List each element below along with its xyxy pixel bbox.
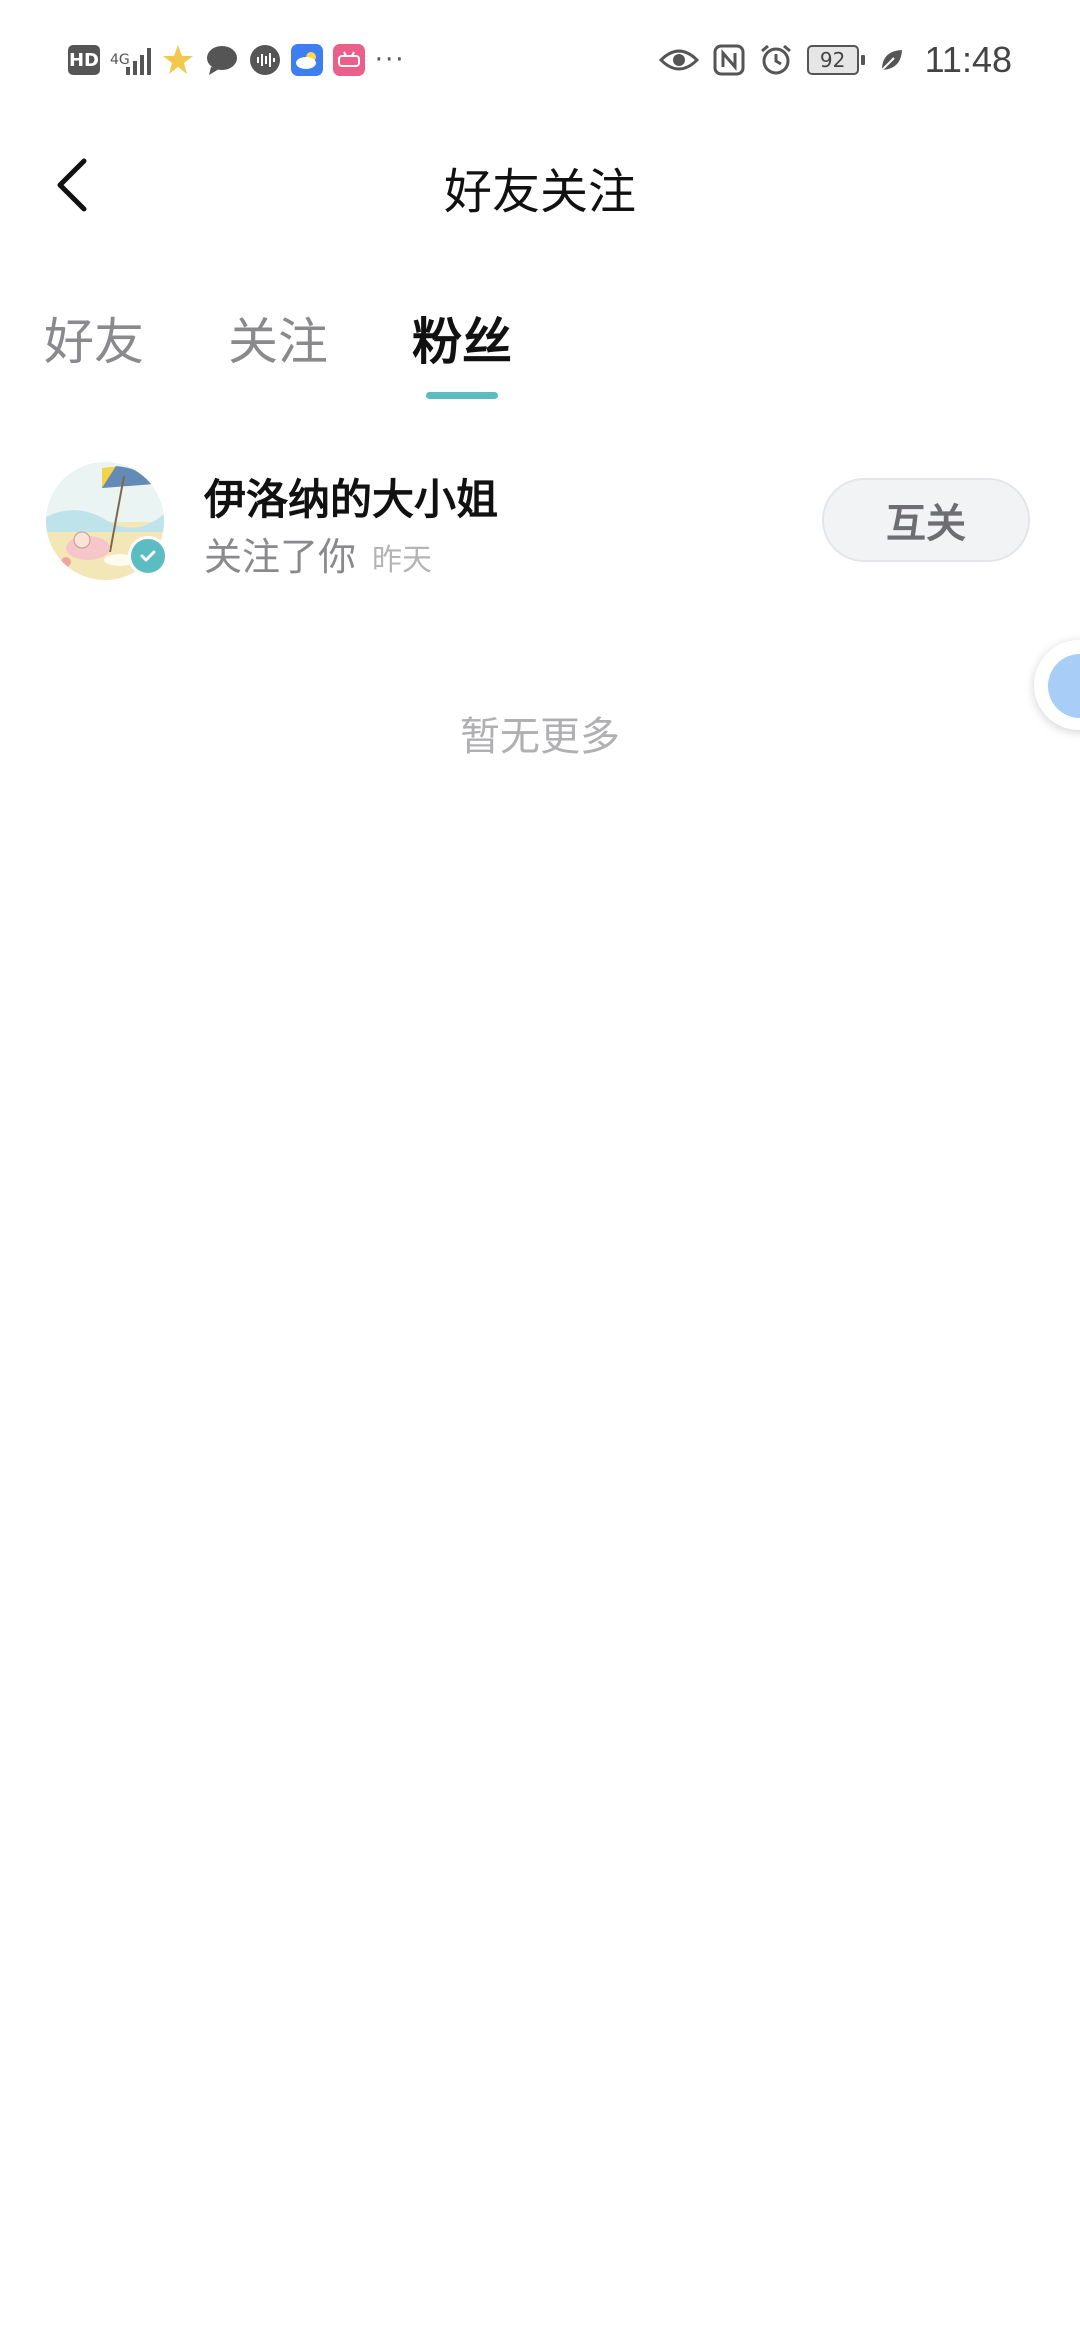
assistant-bubble-icon: [1048, 654, 1080, 718]
battery-icon: 92: [806, 45, 865, 75]
eye-icon: [658, 46, 699, 74]
user-name[interactable]: 伊洛纳的大小姐: [204, 466, 498, 527]
alarm-icon: [759, 43, 793, 77]
end-of-list-text: 暂无更多: [460, 714, 620, 760]
audio-icon: [249, 44, 281, 76]
message-icon: [205, 43, 239, 77]
hd-icon: HD: [68, 45, 100, 75]
status-bar-left: HD 4G ···: [68, 40, 406, 80]
tab-bar: 好友 关注 粉丝: [0, 290, 1080, 410]
follow-time: 昨天: [372, 543, 433, 578]
tab-active-indicator: [426, 392, 498, 399]
leaf-icon: [879, 47, 905, 73]
clock-time: 11:48: [924, 39, 1012, 80]
signal-4g-icon: 4G: [110, 45, 151, 75]
status-bar-right: 92 11:48: [658, 39, 1012, 80]
pink-app-icon: [332, 44, 365, 76]
star-app-icon: [161, 43, 195, 77]
status-bar: HD 4G ··· 92 11:48: [0, 0, 1080, 120]
tab-followers[interactable]: 粉丝: [412, 302, 512, 374]
list-item[interactable]: 伊洛纳的大小姐 关注了你 昨天 互关: [0, 450, 1080, 590]
user-subtitle: 关注了你 昨天: [204, 526, 432, 581]
tab-friends[interactable]: 好友: [44, 302, 144, 374]
follow-back-button[interactable]: 互关: [822, 478, 1030, 562]
nfc-icon: [713, 44, 745, 76]
weather-app-icon: [290, 44, 323, 76]
tab-following[interactable]: 关注: [228, 302, 328, 374]
verified-badge-icon: [128, 536, 168, 576]
follow-status-text: 关注了你: [204, 535, 357, 579]
nav-header: 好友关注: [0, 130, 1080, 240]
page-title: 好友关注: [443, 164, 636, 220]
more-dots-icon: ···: [374, 45, 406, 75]
avatar[interactable]: [46, 462, 168, 580]
